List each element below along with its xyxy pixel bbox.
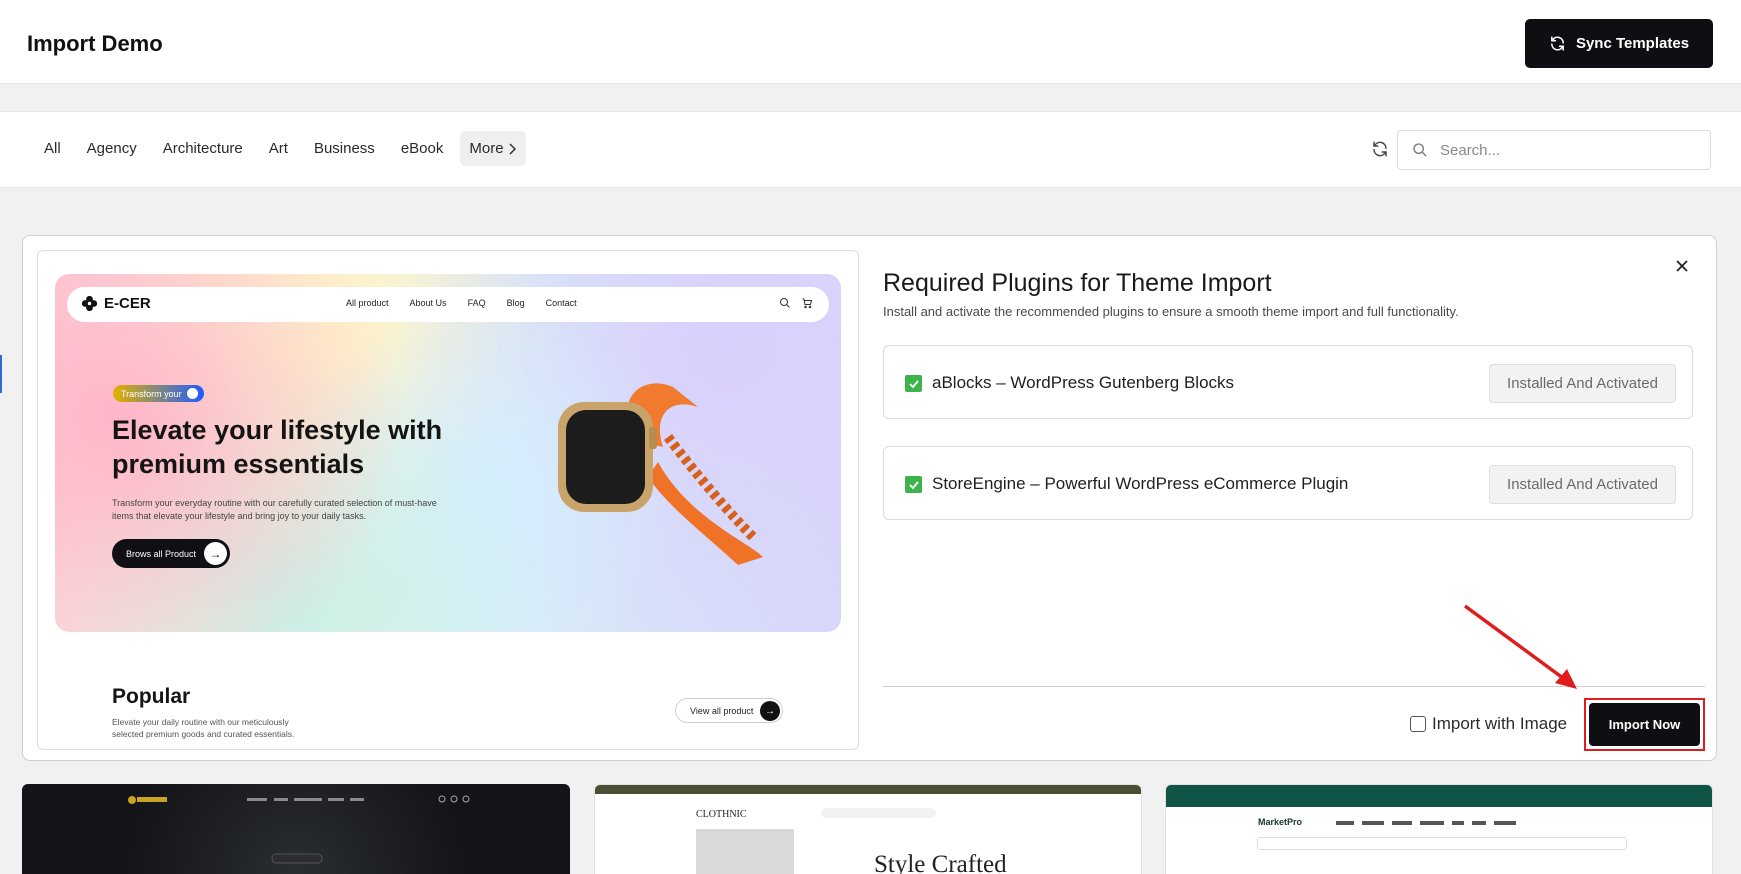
arrow-right-icon: → [760,701,780,721]
top-header: Import Demo Sync Templates [0,0,1741,84]
checkbox-checked-icon [905,375,922,392]
more-dropdown[interactable]: More [460,131,526,166]
plugin-row: aBlocks – WordPress Gutenberg Blocks Ins… [883,345,1693,419]
tab-art[interactable]: Art [260,130,297,167]
page-title: Import Demo [27,31,163,56]
search-box [1397,130,1711,170]
checkbox-checked-icon [905,476,922,493]
preview-hero: E-CER All product About Us FAQ Blog Cont… [55,274,841,632]
preview-cta-label: Brows all Product [126,548,197,559]
search-icon [1413,143,1427,157]
bag-icon [186,388,198,399]
preview-popular-description: Elevate your daily routine with our meti… [112,717,295,739]
chevron-right-icon [509,142,516,155]
modal-subtitle: Install and activate the recommended plu… [883,304,1459,319]
preview-description: Transform your everyday routine with our… [112,498,437,521]
plugin-name: aBlocks – WordPress Gutenberg Blocks [932,373,1235,392]
preview-logo: E-CER [81,295,151,312]
modal-title: Required Plugins for Theme Import [883,269,1272,297]
search-input[interactable] [1440,138,1700,162]
left-edge-marker [0,355,2,393]
preview-headline: Elevate your lifestyle with premium esse… [112,415,443,479]
tab-agency[interactable]: Agency [78,130,146,167]
preview-nav-links: All product About Us FAQ Blog Contact [346,298,577,308]
plugin-status-button[interactable]: Installed And Activated [1489,465,1676,504]
sync-templates-label: Sync Templates [1575,35,1690,52]
preview-logo-text: E-CER [104,295,151,312]
preview-cta-button: Brows all Product → [112,539,230,568]
preview-view-all-button: View all product → [675,698,783,723]
sync-icon [1550,36,1564,51]
marketpro-nav [1336,821,1516,825]
import-with-image-option[interactable]: Import with Image [1410,714,1567,734]
preview-nav-link: About Us [409,298,447,308]
clothnic-logo: CLOTHNIC [696,809,747,820]
preview-nav-link: All product [346,298,389,308]
preview-nav-link: FAQ [467,298,486,308]
category-filter-bar: All Agency Architecture Art Business eBo… [0,111,1741,188]
import-with-image-label: Import with Image [1432,714,1568,733]
search-icon [780,298,790,308]
close-icon[interactable] [1672,256,1692,276]
preview-navbar: E-CER All product About Us FAQ Blog Cont… [67,287,829,322]
clothnic-heading: Style Crafted [874,851,1007,874]
plugin-row: StoreEngine – Powerful WordPress eCommer… [883,446,1693,520]
smartwatch-image [558,383,763,565]
preview-popular-title: Popular [112,685,191,708]
more-label: More [469,140,504,157]
preview-nav-link: Contact [545,298,577,308]
marketpro-logo: MarketPro [1258,817,1303,827]
template-card-coffee[interactable] [22,784,570,874]
coffee-template-thumbnail [128,795,470,864]
marketpro-search-bar [1257,837,1627,850]
import-now-button[interactable]: Import Now [1589,703,1700,746]
preview-badge: Transform your [113,385,204,402]
plugin-name: StoreEngine – Powerful WordPress eCommer… [932,474,1349,493]
template-card-clothnic[interactable]: CLOTHNIC Style Crafted [594,784,1142,874]
marketpro-topbar [1166,785,1712,807]
preview-badge-text: Transform your [121,388,182,399]
tab-business[interactable]: Business [305,130,384,167]
import-with-image-checkbox[interactable] [1410,716,1426,732]
model-photo [696,829,794,874]
category-tabs: All Agency Architecture Art Business eBo… [35,130,534,167]
preview-nav-link: Blog [506,298,525,308]
red-arrow-annotation [1463,604,1577,689]
announcement-bar [595,785,1141,794]
sync-templates-button[interactable]: Sync Templates [1525,19,1713,68]
tab-ebook[interactable]: eBook [392,130,453,167]
preview-view-all-label: View all product [690,705,754,716]
refresh-icon[interactable] [1371,140,1389,158]
theme-preview: E-CER All product About Us FAQ Blog Cont… [37,250,859,750]
arrow-right-icon: → [204,542,227,565]
cart-icon [802,298,813,309]
tab-all[interactable]: All [35,130,70,167]
tab-architecture[interactable]: Architecture [154,130,252,167]
plugin-status-button[interactable]: Installed And Activated [1489,364,1676,403]
clothnic-nav [821,808,936,818]
clover-logo-icon [81,295,98,312]
template-card-marketpro[interactable]: MarketPro [1165,784,1713,874]
preview-nav-icons [779,297,813,309]
